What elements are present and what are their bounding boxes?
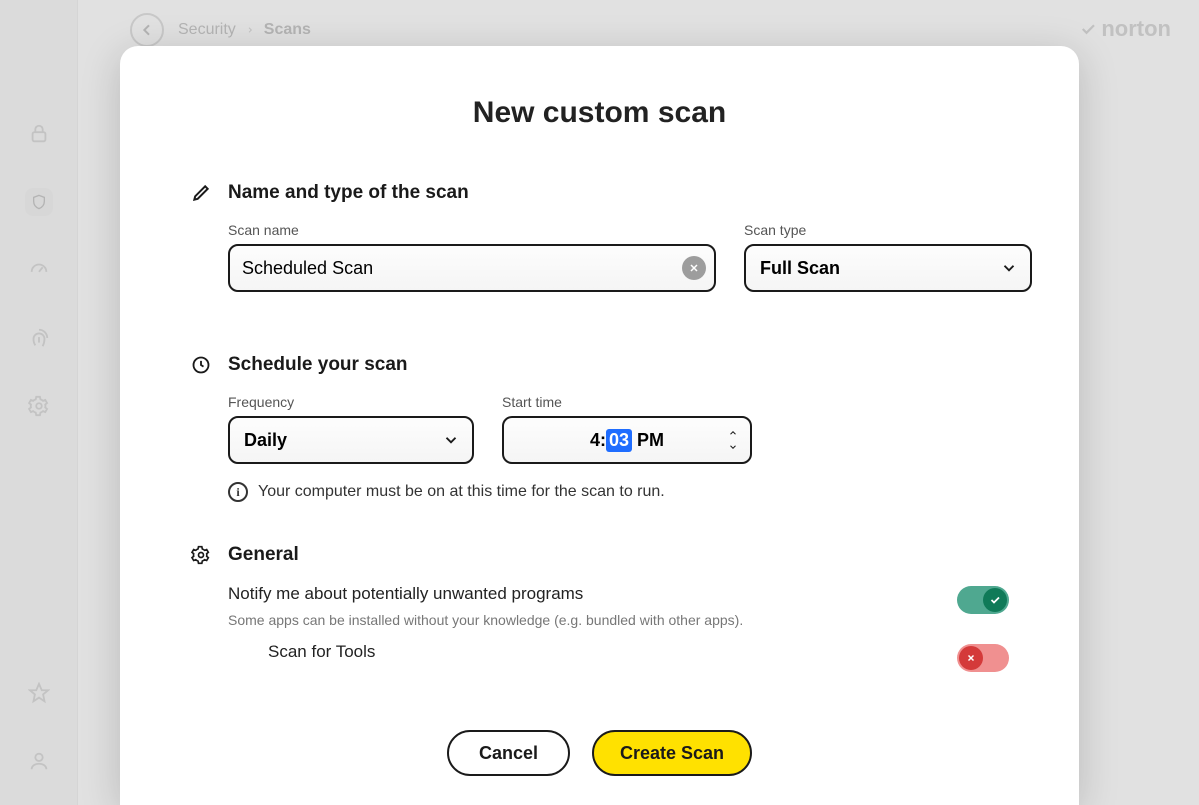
section-general-head: General <box>190 544 1009 566</box>
start-time-input[interactable]: 4:03 PM <box>502 416 752 464</box>
clock-icon <box>190 354 212 376</box>
scan-type-label: Scan type <box>744 222 1032 238</box>
time-period: PM <box>637 430 664 451</box>
info-icon: i <box>228 482 248 502</box>
section-schedule-title: Schedule your scan <box>228 354 408 376</box>
pup-sublabel: Some apps can be installed without your … <box>228 612 937 628</box>
stepper-down-icon[interactable] <box>726 440 740 454</box>
schedule-info: i Your computer must be on at this time … <box>190 482 1009 502</box>
gear-icon <box>190 544 212 566</box>
modal-body: Name and type of the scan Scan name Scan… <box>120 182 1079 701</box>
create-scan-button[interactable]: Create Scan <box>592 730 752 776</box>
section-general-title: General <box>228 544 299 566</box>
new-custom-scan-modal: New custom scan Name and type of the sca… <box>120 46 1079 805</box>
scan-name-label: Scan name <box>228 222 716 238</box>
chevron-down-icon <box>442 431 460 449</box>
time-hour: 4 <box>590 430 600 451</box>
chevron-down-icon <box>1000 259 1018 277</box>
section-name-type-head: Name and type of the scan <box>190 182 1009 204</box>
frequency-select[interactable]: Daily <box>228 416 474 464</box>
pencil-icon <box>190 182 212 204</box>
frequency-value: Daily <box>244 430 287 451</box>
toggle-knob-check-icon <box>983 588 1007 612</box>
stepper-up-icon[interactable] <box>726 426 740 440</box>
modal-footer: Cancel Create Scan <box>120 701 1079 805</box>
scan-tools-toggle[interactable] <box>957 644 1009 672</box>
scan-tools-label: Scan for Tools <box>268 642 937 662</box>
pup-label: Notify me about potentially unwanted pro… <box>228 584 937 604</box>
pup-toggle[interactable] <box>957 586 1009 614</box>
section-name-type-title: Name and type of the scan <box>228 182 469 204</box>
scan-name-input[interactable] <box>228 244 716 292</box>
cancel-button[interactable]: Cancel <box>447 730 570 776</box>
clear-input-icon[interactable] <box>682 256 706 280</box>
frequency-label: Frequency <box>228 394 474 410</box>
option-scan-tools: Scan for Tools <box>190 642 1009 672</box>
time-minute[interactable]: 03 <box>606 429 632 452</box>
time-steppers <box>726 426 740 454</box>
scan-type-value: Full Scan <box>760 258 840 279</box>
option-notify-pup: Notify me about potentially unwanted pro… <box>190 584 1009 628</box>
modal-title: New custom scan <box>120 96 1079 130</box>
scan-type-select[interactable]: Full Scan <box>744 244 1032 292</box>
section-schedule-head: Schedule your scan <box>190 354 1009 376</box>
toggle-knob-x-icon <box>959 646 983 670</box>
start-time-label: Start time <box>502 394 752 410</box>
schedule-info-text: Your computer must be on at this time fo… <box>258 483 665 501</box>
